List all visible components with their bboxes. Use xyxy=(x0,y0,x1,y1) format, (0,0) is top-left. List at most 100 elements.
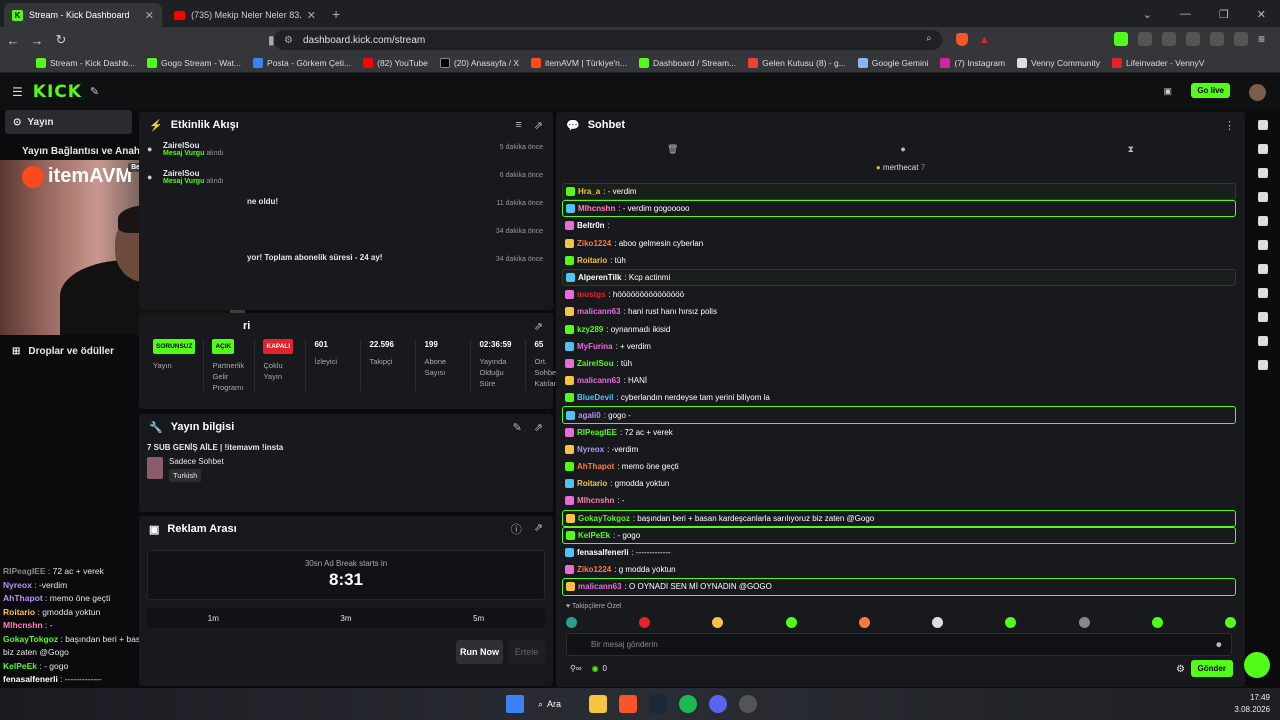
emote-icon[interactable] xyxy=(639,617,651,628)
bookmark-item[interactable]: Google Gemini xyxy=(857,57,928,68)
chat-username[interactable]: Nyreox xyxy=(577,445,604,454)
emote-icon[interactable] xyxy=(1005,617,1017,628)
chat-username[interactable]: Ziko1224 xyxy=(577,239,611,248)
chat-username[interactable]: ZairelSou xyxy=(577,359,613,368)
broadcast-icon[interactable] xyxy=(1258,264,1268,274)
wrench-icon[interactable] xyxy=(1258,312,1268,322)
clock-date[interactable]: 3.08.2026 xyxy=(1234,704,1270,716)
steam-icon[interactable] xyxy=(649,695,668,713)
cards-icon[interactable] xyxy=(1258,288,1268,298)
avatar[interactable] xyxy=(1249,84,1266,101)
url-bar[interactable]: ⚙ dashboard.kick.com/stream xyxy=(274,30,942,50)
emote-icon[interactable] xyxy=(566,617,577,628)
chat-username[interactable]: malicann63 xyxy=(578,582,622,591)
discord-icon[interactable] xyxy=(709,695,728,713)
help-icon[interactable] xyxy=(1244,652,1270,678)
chat-username[interactable]: RIPeagIEE xyxy=(577,428,617,437)
postpone-button[interactable]: Ertele xyxy=(508,640,545,664)
windows-start-icon[interactable] xyxy=(506,695,524,713)
forward-icon[interactable]: → xyxy=(26,33,48,48)
chat-settings-icon[interactable]: ⚲∞ xyxy=(570,664,582,673)
kick-extension-icon[interactable] xyxy=(1114,32,1128,46)
taskbar-search[interactable]: ⌕ Ara xyxy=(538,699,561,710)
emote-icon[interactable] xyxy=(712,617,724,628)
hourglass-icon[interactable]: ⧗ xyxy=(1128,144,1134,155)
tv-icon[interactable] xyxy=(1258,336,1268,346)
close-window-icon[interactable]: ✕ xyxy=(1257,8,1266,21)
run-now-button[interactable]: Run Now xyxy=(456,640,503,664)
share-icon[interactable] xyxy=(1258,360,1268,370)
trash-icon[interactable]: 🗑 xyxy=(667,144,678,155)
bookmark-item[interactable]: Posta - Görkem Çeti... xyxy=(253,57,351,68)
ad-option-3m[interactable]: 3m xyxy=(340,614,351,623)
chat-username[interactable]: Roitario xyxy=(577,256,607,265)
chat-username[interactable]: Beltr0n xyxy=(577,221,605,230)
chat-username[interactable]: BlueDevil xyxy=(577,393,613,402)
close-tab-icon[interactable]: ✕ xyxy=(307,9,316,22)
emote-icon[interactable] xyxy=(785,617,797,628)
brave-rewards-icon[interactable]: ▲ xyxy=(979,34,990,46)
tab-search-icon[interactable]: ⌄ xyxy=(1143,8,1152,21)
chat-username[interactable]: MyFurina xyxy=(577,342,613,351)
site-info-icon[interactable]: ⚙ xyxy=(284,35,293,46)
chat-username[interactable]: KelPeEk xyxy=(578,531,610,540)
bookmark-item[interactable]: itemAVM | Türkiye'n... xyxy=(531,57,627,68)
go-live-button[interactable]: Go live xyxy=(1191,83,1230,98)
chat-username[interactable]: GokayTokgoz xyxy=(578,514,630,523)
bookmark-item[interactable]: (82) YouTube xyxy=(363,57,428,68)
chat-icon[interactable] xyxy=(1258,240,1268,250)
brave-shield-icon[interactable] xyxy=(956,33,968,46)
popout-icon[interactable]: ⇗ xyxy=(534,320,543,333)
bookmark-item[interactable]: (20) Anasayfa / X xyxy=(439,57,519,68)
emote-icon[interactable] xyxy=(1151,617,1163,628)
bookmark-item[interactable]: (7) Instagram xyxy=(940,57,1005,68)
kick-logo[interactable]: KICK xyxy=(33,82,82,102)
popout-icon[interactable]: ⇗ xyxy=(534,521,543,537)
info-icon[interactable]: ⓘ xyxy=(511,521,522,537)
chat-username[interactable]: Hra_a xyxy=(578,187,600,196)
menu-icon[interactable]: ☰ xyxy=(12,85,23,99)
menu-icon[interactable]: ≡ xyxy=(1258,32,1272,46)
settings-icon[interactable]: ⚙ xyxy=(1176,664,1185,675)
sidebar-icon[interactable] xyxy=(1186,32,1200,46)
lightning-icon[interactable] xyxy=(1258,192,1268,202)
wallet-icon[interactable] xyxy=(1210,32,1224,46)
bookmark-item[interactable]: Venny Community xyxy=(1017,57,1100,68)
bookmark-item[interactable]: Gelen Kutusu (8) - g... xyxy=(748,57,846,68)
chat-input[interactable]: Bir mesaj gönderin ☻ xyxy=(566,633,1232,656)
emote-icon[interactable] xyxy=(858,617,870,628)
chat-username[interactable]: kzy289 xyxy=(577,325,603,334)
chat-username[interactable]: AhThapot xyxy=(577,462,614,471)
app-icon[interactable] xyxy=(739,695,758,713)
chat-username[interactable]: mustgs xyxy=(577,290,605,299)
file-explorer-icon[interactable] xyxy=(589,695,608,713)
ad-option-1m[interactable]: 1m xyxy=(208,614,219,623)
maximize-icon[interactable]: ❐ xyxy=(1219,8,1229,21)
brave-icon[interactable] xyxy=(619,695,638,713)
close-tab-icon[interactable]: ✕ xyxy=(145,9,154,22)
bookmark-item[interactable]: Lifeinvader - VennyV xyxy=(1112,57,1204,68)
send-button[interactable]: Gönder xyxy=(1190,660,1233,677)
chat-username[interactable]: malicann63 xyxy=(577,376,621,385)
bookmark-item[interactable]: Stream - Kick Dashb... xyxy=(36,57,135,68)
reload-icon[interactable]: ↻ xyxy=(50,32,72,48)
note-icon[interactable] xyxy=(1258,216,1268,226)
info-icon[interactable] xyxy=(1258,120,1268,130)
chat-username[interactable]: Roitario xyxy=(577,479,607,488)
bookmark-item[interactable]: Gogo Stream - Wat... xyxy=(147,57,241,68)
chat-icon[interactable]: ● xyxy=(900,144,905,155)
edit-icon[interactable]: ✎ xyxy=(513,421,522,434)
emote-icon[interactable] xyxy=(1224,617,1236,628)
sidebar-item-yayin[interactable]: ⊙ Yayın xyxy=(5,110,132,134)
chat-username[interactable]: Mlhcnshn xyxy=(578,204,615,213)
tab-kick-dashboard[interactable]: K Stream - Kick Dashboard ✕ xyxy=(4,3,162,27)
chat-username[interactable]: malicann63 xyxy=(577,307,621,316)
zoom-icon[interactable]: ⌕ xyxy=(926,33,932,44)
chat-username[interactable]: Ziko1224 xyxy=(577,565,611,574)
more-icon[interactable]: ⋮ xyxy=(1224,119,1235,132)
new-tab-icon[interactable]: + xyxy=(332,6,340,22)
emoji-icon[interactable]: ☻ xyxy=(1215,640,1223,649)
clock-time[interactable]: 17:49 xyxy=(1234,692,1270,704)
filter-icon[interactable]: ≡ xyxy=(515,119,521,132)
bug-icon[interactable] xyxy=(1258,168,1268,178)
